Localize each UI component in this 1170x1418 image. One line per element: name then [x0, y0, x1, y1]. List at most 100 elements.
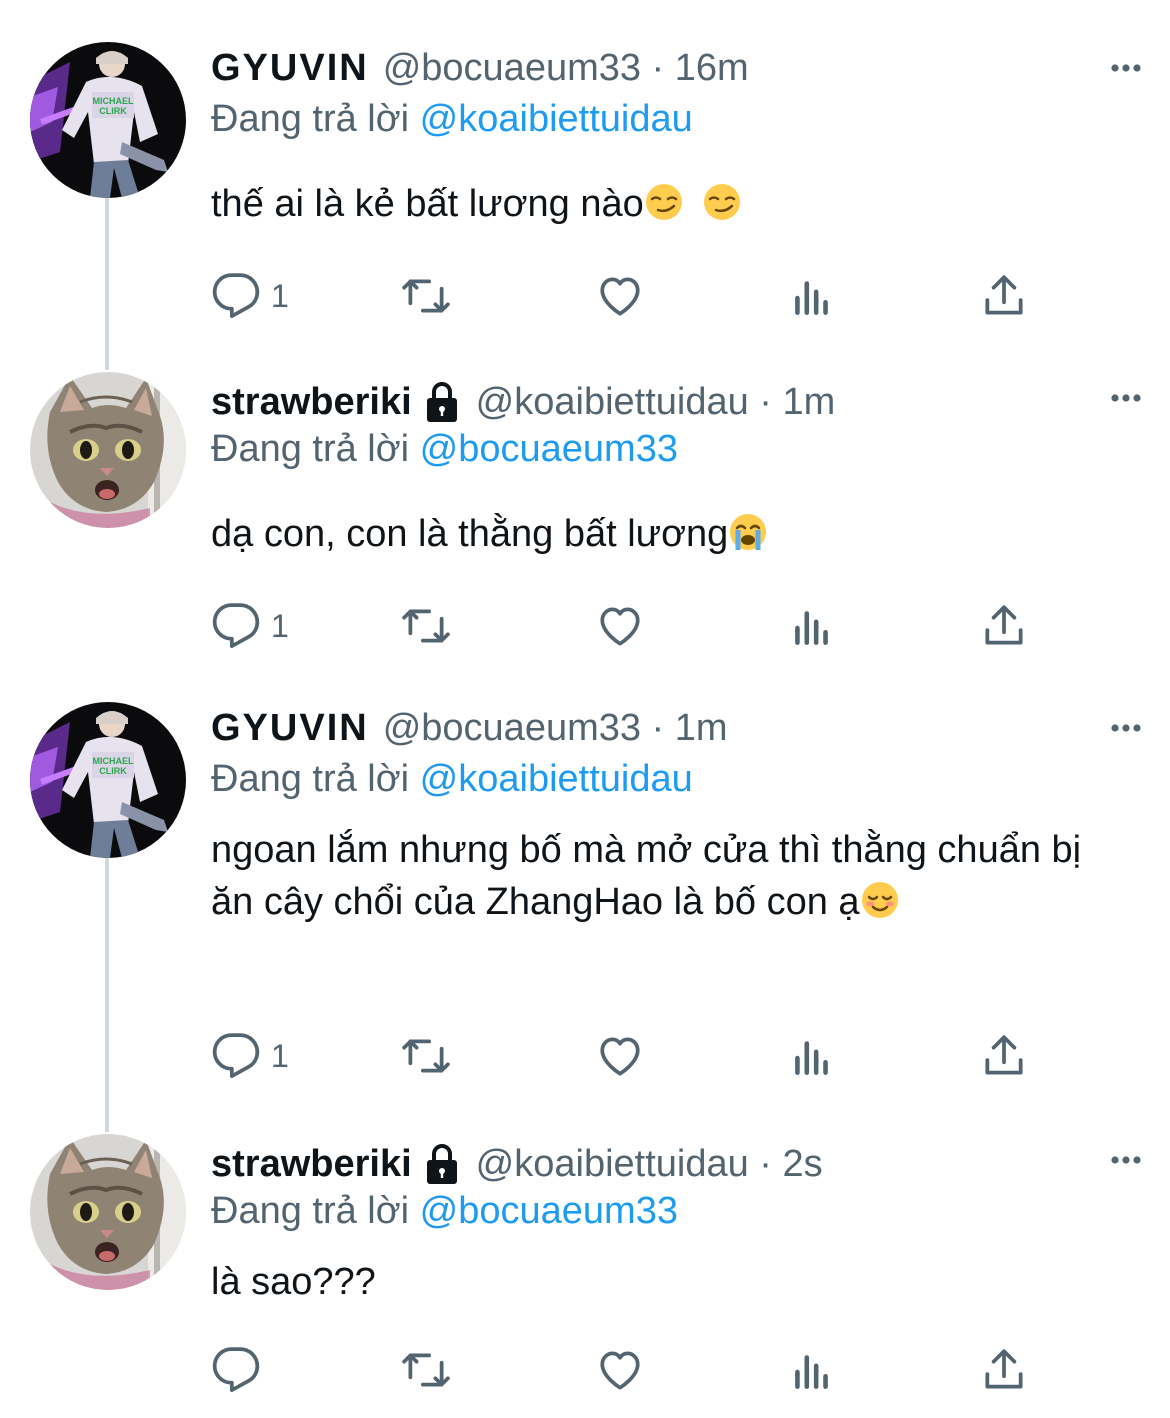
views-icon: [787, 601, 837, 651]
reply-count: 1: [271, 1037, 289, 1074]
share-button[interactable]: [979, 1342, 1029, 1398]
retweet-icon: [401, 1345, 451, 1395]
action-bar: [211, 1342, 1031, 1398]
share-button[interactable]: [979, 1028, 1029, 1084]
reply-icon: [211, 601, 261, 651]
like-button[interactable]: [595, 268, 645, 324]
share-icon: [979, 601, 1029, 651]
tweet-header: GYUVIN @bocuaeum33 · 1m: [211, 702, 1130, 754]
avatar[interactable]: [30, 42, 186, 198]
reply-button[interactable]: 1: [211, 268, 289, 324]
tweet-header: GYUVIN @bocuaeum33 · 16m: [211, 42, 1130, 94]
tweet[interactable]: GYUVIN @bocuaeum33 · 16m Đang trả lời @k…: [0, 0, 1170, 340]
more-icon[interactable]: [1106, 1140, 1146, 1180]
tweet-text: là sao???: [211, 1256, 1131, 1308]
display-name[interactable]: GYUVIN: [211, 707, 369, 750]
retweet-icon: [401, 601, 451, 651]
avatar[interactable]: [30, 702, 186, 858]
display-name[interactable]: GYUVIN: [211, 47, 369, 90]
replying-prefix: Đang trả lời: [211, 428, 410, 470]
views-icon: [787, 271, 837, 321]
tweet-header: strawberiki @koaibiettuidau · 2s: [211, 1138, 1130, 1190]
reply-count: 1: [271, 607, 289, 644]
action-bar: 1: [211, 598, 1031, 654]
tweet-header: strawberiki @koaibiettuidau · 1m: [211, 376, 1130, 428]
like-button[interactable]: [595, 1028, 645, 1084]
reply-mention-link[interactable]: @bocuaeum33: [420, 1190, 678, 1232]
like-button[interactable]: [595, 1342, 645, 1398]
replying-to: Đang trả lời @bocuaeum33: [211, 428, 678, 471]
more-icon[interactable]: [1106, 48, 1146, 88]
share-icon: [979, 271, 1029, 321]
views-button[interactable]: [787, 1028, 837, 1084]
views-icon: [787, 1345, 837, 1395]
crying-emoji: [728, 512, 768, 552]
handle-time[interactable]: @bocuaeum33 · 1m: [383, 707, 728, 750]
cat-avatar-image: [30, 1134, 186, 1290]
tweet[interactable]: strawberiki @koaibiettuidau · 1m Đang tr…: [0, 340, 1170, 680]
more-icon[interactable]: [1106, 378, 1146, 418]
handle-time[interactable]: @koaibiettuidau · 2s: [476, 1143, 823, 1186]
replying-prefix: Đang trả lời: [211, 98, 410, 140]
replying-to: Đang trả lời @bocuaeum33: [211, 1190, 678, 1233]
retweet-button[interactable]: [401, 598, 451, 654]
reply-button[interactable]: 1: [211, 598, 289, 654]
reply-icon: [211, 271, 261, 321]
handle-time[interactable]: @bocuaeum33 · 16m: [383, 47, 749, 90]
smirk-emoji: [644, 182, 684, 222]
action-bar: 1: [211, 268, 1031, 324]
like-button[interactable]: [595, 598, 645, 654]
tweet[interactable]: strawberiki @koaibiettuidau · 2s Đang tr…: [0, 1100, 1170, 1418]
tweet-text-content: thế ai là kẻ bất lương nào: [211, 183, 644, 225]
retweet-icon: [401, 271, 451, 321]
handle-time[interactable]: @koaibiettuidau · 1m: [476, 381, 836, 424]
views-icon: [787, 1031, 837, 1081]
reply-mention-link[interactable]: @bocuaeum33: [420, 428, 678, 470]
smirk-emoji: [702, 182, 742, 222]
tweet-text-content: ngoan lắm nhưng bố mà mở cửa thì thằng c…: [211, 829, 1082, 923]
reply-count: 1: [271, 277, 289, 314]
replying-to: Đang trả lời @koaibiettuidau: [211, 98, 693, 141]
retweet-button[interactable]: [401, 1028, 451, 1084]
like-icon: [595, 1345, 645, 1395]
views-button[interactable]: [787, 598, 837, 654]
reply-button[interactable]: 1: [211, 1028, 289, 1084]
views-button[interactable]: [787, 1342, 837, 1398]
action-bar: 1: [211, 1028, 1031, 1084]
tweet-text-content: dạ con, con là thằng bất lương: [211, 513, 729, 555]
reply-mention-link[interactable]: @koaibiettuidau: [420, 758, 693, 800]
retweet-icon: [401, 1031, 451, 1081]
lock-icon: [422, 380, 462, 424]
reply-button[interactable]: [211, 1342, 271, 1398]
tweet-text-content: là sao???: [211, 1261, 376, 1303]
like-icon: [595, 1031, 645, 1081]
replying-prefix: Đang trả lời: [211, 1190, 410, 1232]
tweet-text: dạ con, con là thằng bất lương: [211, 508, 1131, 560]
reply-icon: [211, 1031, 261, 1081]
tweet-text: thế ai là kẻ bất lương nào: [211, 178, 1131, 230]
retweet-button[interactable]: [401, 1342, 451, 1398]
person-avatar-image: [30, 42, 186, 198]
share-icon: [979, 1031, 1029, 1081]
display-name[interactable]: strawberiki: [211, 1143, 412, 1186]
reply-mention-link[interactable]: @koaibiettuidau: [420, 98, 693, 140]
like-icon: [595, 271, 645, 321]
tweet[interactable]: GYUVIN @bocuaeum33 · 1m Đang trả lời @ko…: [0, 680, 1170, 1100]
replying-to: Đang trả lời @koaibiettuidau: [211, 758, 693, 801]
avatar[interactable]: [30, 372, 186, 528]
avatar[interactable]: [30, 1134, 186, 1290]
retweet-button[interactable]: [401, 268, 451, 324]
views-button[interactable]: [787, 268, 837, 324]
display-name[interactable]: strawberiki: [211, 381, 412, 424]
cat-avatar-image: [30, 372, 186, 528]
smiling-blush-emoji: [860, 880, 900, 920]
reply-icon: [211, 1345, 261, 1395]
share-button[interactable]: [979, 268, 1029, 324]
person-avatar-image: [30, 702, 186, 858]
replying-prefix: Đang trả lời: [211, 758, 410, 800]
tweet-text: ngoan lắm nhưng bố mà mở cửa thì thằng c…: [211, 824, 1111, 928]
like-icon: [595, 601, 645, 651]
share-button[interactable]: [979, 598, 1029, 654]
more-icon[interactable]: [1106, 708, 1146, 748]
lock-icon: [422, 1142, 462, 1186]
